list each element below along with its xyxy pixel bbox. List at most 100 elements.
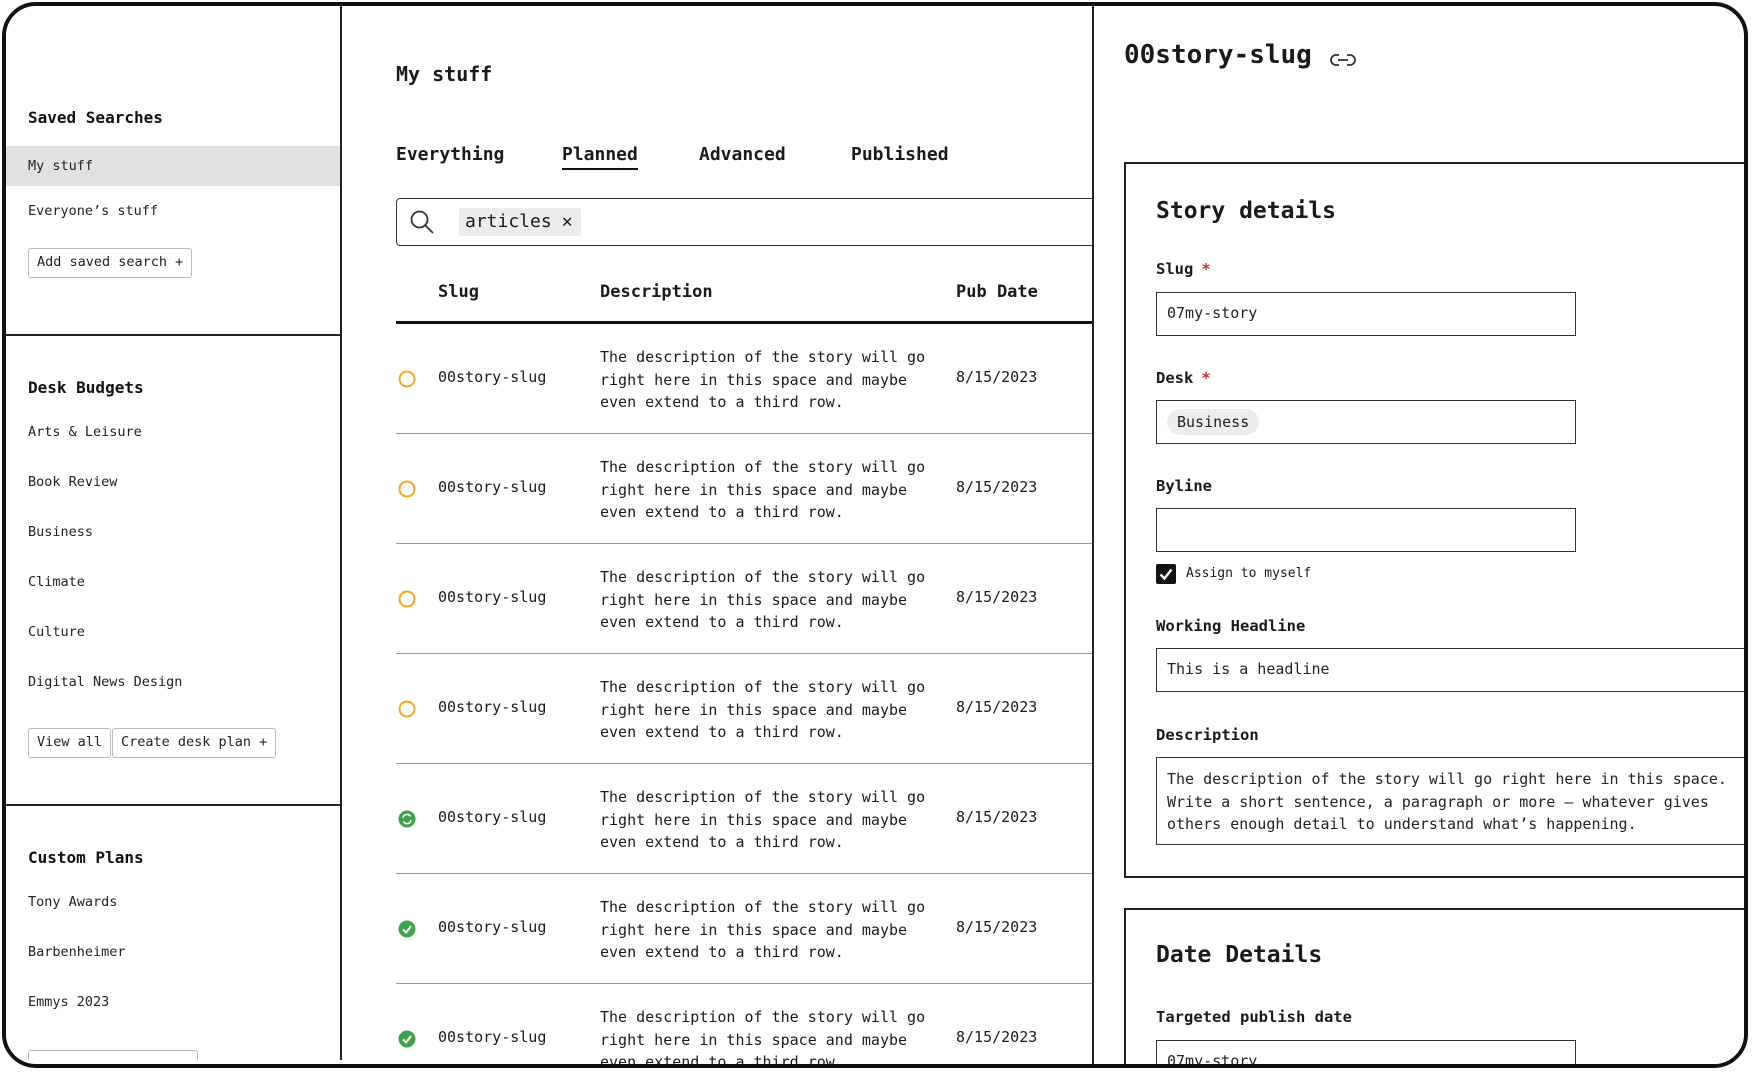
chip-label: articles — [465, 211, 552, 232]
story-details-card: Story details Slug * 07my-story Desk * Bus… — [1124, 162, 1744, 878]
row-description-line: The description of the story will go — [600, 458, 926, 476]
byline-label: Byline — [1156, 477, 1212, 495]
sidebar-item-business[interactable]: Business — [6, 512, 340, 552]
status-planned-icon — [398, 590, 416, 608]
row-description-line: The description of the story will go — [600, 348, 926, 366]
table-row[interactable]: 00story-slug The description of the story… — [396, 764, 1092, 874]
table-row[interactable]: 00story-slug The description of the story… — [396, 434, 1092, 544]
row-description-line: The description of the story will go — [600, 568, 926, 586]
row-description-line: right here in this space and maybe — [600, 370, 908, 389]
table-header: Slug Description Pub Date — [396, 272, 1092, 324]
link-icon[interactable] — [1328, 50, 1358, 70]
sidebar-item-my-stuff[interactable]: My stuff — [6, 146, 340, 186]
row-pub-date: 8/15/2023 — [956, 588, 1038, 606]
tab-advanced[interactable]: Advanced — [699, 144, 786, 168]
slug-field[interactable]: 07my-story — [1156, 292, 1576, 336]
sidebar-item-digital-news-design[interactable]: Digital News Design — [6, 662, 340, 702]
story-detail-panel: 00story-slug Story details Slug * 07my-st… — [1094, 6, 1744, 1064]
row-pub-date: 8/15/2023 — [956, 918, 1038, 936]
row-description: The description of the story will go righ… — [600, 1006, 940, 1066]
sidebar-item-climate[interactable]: Climate — [6, 562, 340, 602]
close-icon[interactable]: ✕ — [562, 211, 573, 232]
row-description: The description of the story will go righ… — [600, 676, 940, 744]
column-header-slug[interactable]: Slug — [438, 282, 479, 302]
desk-chip: Business — [1167, 409, 1260, 435]
row-description-line: The description of the story will go — [600, 1008, 926, 1026]
table-row[interactable]: 00story-slug The description of the story… — [396, 874, 1092, 984]
row-description: The description of the story will go righ… — [600, 346, 940, 414]
row-description-line: right here in this space and maybe — [600, 700, 908, 719]
sidebar-item-arts-leisure[interactable]: Arts & Leisure — [6, 412, 340, 452]
table-row[interactable]: 00story-slug The description of the story… — [396, 544, 1092, 654]
row-description: The description of the story will go righ… — [600, 896, 940, 964]
row-slug: 00story-slug — [438, 808, 547, 826]
add-saved-search-button[interactable]: Add saved search + — [28, 248, 193, 278]
row-description-line: The description of the story will go — [600, 898, 926, 916]
byline-field[interactable] — [1156, 508, 1576, 552]
desk-field[interactable]: Business — [1156, 400, 1576, 444]
row-description-line: right here in this space and maybe — [600, 810, 908, 829]
status-planned-icon — [398, 370, 416, 388]
working-headline-field[interactable]: This is a headline — [1156, 648, 1744, 692]
sidebar-item-emmys-2023[interactable]: Emmys 2023 — [6, 982, 340, 1022]
description-line: The description of the story will go rig… — [1167, 770, 1727, 788]
sidebar-item-barbenheimer[interactable]: Barbenheimer — [6, 932, 340, 972]
search-input[interactable]: articles ✕ — [396, 198, 1092, 246]
row-slug: 00story-slug — [438, 368, 547, 386]
partial-hidden-button[interactable] — [28, 1050, 198, 1060]
story-details-heading: Story details — [1156, 198, 1337, 224]
column-header-description[interactable]: Description — [600, 282, 713, 302]
assign-to-myself-checkbox[interactable] — [1156, 564, 1176, 584]
sidebar-item-book-review[interactable]: Book Review — [6, 462, 340, 502]
status-planned-icon — [398, 700, 416, 718]
sidebar: Saved Searches My stuff Everyone’s stuff… — [6, 6, 342, 1060]
status-done-icon — [398, 1030, 416, 1048]
row-description-line: right here in this space and maybe — [600, 1030, 908, 1049]
tab-everything[interactable]: Everything — [396, 144, 504, 168]
row-description: The description of the story will go righ… — [600, 786, 940, 854]
targeted-publish-date-field[interactable]: 07my-story — [1156, 1040, 1576, 1064]
row-description-line: even extend to a third row. — [600, 1053, 844, 1066]
row-description: The description of the story will go righ… — [600, 456, 940, 524]
description-field[interactable]: The description of the story will go rig… — [1156, 757, 1744, 845]
row-description-line: The description of the story will go — [600, 788, 926, 806]
sidebar-item-tony-awards[interactable]: Tony Awards — [6, 882, 340, 922]
row-pub-date: 8/15/2023 — [956, 368, 1038, 386]
row-description-line: right here in this space and maybe — [600, 590, 908, 609]
tab-published[interactable]: Published — [851, 144, 949, 168]
checkmark-icon — [1159, 568, 1173, 581]
description-line: Write a short sentence, a paragraph or m… — [1167, 792, 1709, 811]
assign-to-myself-label: Assign to myself — [1186, 566, 1312, 581]
row-pub-date: 8/15/2023 — [956, 478, 1038, 496]
working-headline-label: Working Headline — [1156, 617, 1306, 635]
row-description-line: even extend to a third row. — [600, 613, 844, 631]
date-details-heading: Date Details — [1156, 942, 1323, 968]
desk-label: Desk * — [1156, 369, 1211, 387]
status-in-progress-icon — [398, 810, 416, 828]
row-slug: 00story-slug — [438, 918, 547, 936]
row-slug: 00story-slug — [438, 698, 547, 716]
view-all-button[interactable]: View all — [28, 728, 112, 758]
create-desk-plan-button[interactable]: Create desk plan + — [112, 728, 277, 758]
sidebar-item-everyones-stuff[interactable]: Everyone’s stuff — [6, 191, 340, 231]
row-description-line: even extend to a third row. — [600, 943, 844, 961]
saved-searches-heading: Saved Searches — [28, 108, 163, 127]
search-icon — [410, 210, 434, 234]
custom-plans-heading: Custom Plans — [28, 848, 144, 867]
description-label: Description — [1156, 726, 1259, 744]
row-description-line: even extend to a third row. — [600, 503, 844, 521]
row-description: The description of the story will go righ… — [600, 566, 940, 634]
desk-budgets-section: Desk Budgets Arts & Leisure Book Review … — [6, 336, 340, 806]
table-row[interactable]: 00story-slug The description of the story… — [396, 984, 1092, 1066]
column-header-pub-date[interactable]: Pub Date — [956, 282, 1038, 302]
status-done-icon — [398, 920, 416, 938]
row-description-line: right here in this space and maybe — [600, 920, 908, 939]
sidebar-item-culture[interactable]: Culture — [6, 612, 340, 652]
table-row[interactable]: 00story-slug The description of the story… — [396, 654, 1092, 764]
status-planned-icon — [398, 480, 416, 498]
table-row[interactable]: 00story-slug The description of the story… — [396, 324, 1092, 434]
page-title: My stuff — [396, 62, 493, 86]
search-filter-chip: articles ✕ — [459, 208, 581, 236]
desk-budgets-heading: Desk Budgets — [28, 378, 144, 397]
tab-planned[interactable]: Planned — [562, 144, 638, 170]
